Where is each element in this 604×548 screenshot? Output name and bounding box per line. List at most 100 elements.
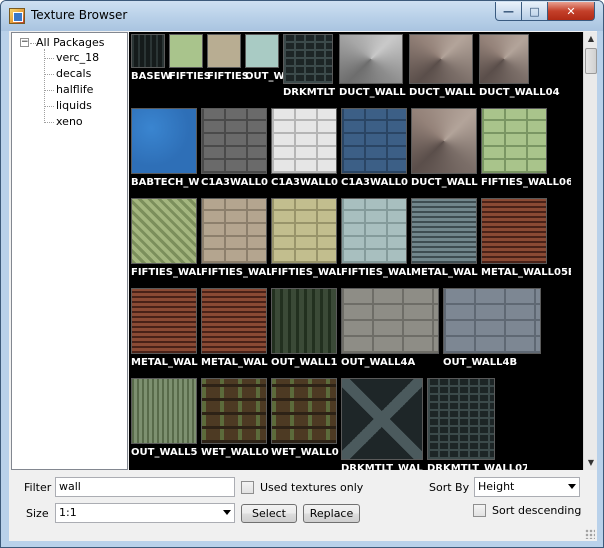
minimize-icon: — (503, 4, 514, 18)
texture-tile[interactable]: BABTECH_W (131, 108, 201, 190)
filter-input[interactable]: wall (55, 477, 235, 497)
tree-item[interactable]: liquids (56, 99, 92, 112)
texture-tile[interactable]: FIFTIES_WAL (271, 198, 341, 280)
sort-descending-label[interactable]: Sort descending (492, 504, 581, 517)
scroll-thumb[interactable] (585, 48, 597, 74)
close-button[interactable]: ✕ (547, 2, 595, 21)
texture-tile[interactable]: METAL_WAL (411, 198, 481, 280)
sort-by-value: Height (478, 480, 515, 493)
texture-tile[interactable]: DUCT_WALL (411, 108, 481, 190)
texture-thumbnail[interactable] (207, 34, 241, 68)
texture-thumbnail[interactable] (131, 378, 197, 444)
maximize-icon: □ (529, 4, 540, 18)
texture-name: METAL_WAL (201, 357, 268, 368)
texture-thumbnail[interactable] (283, 34, 333, 84)
texture-thumbnail[interactable] (271, 108, 337, 174)
texture-thumbnail[interactable] (201, 288, 267, 354)
texture-tile[interactable]: FIFTIES_WAL (341, 198, 411, 280)
texture-name: C1A3WALL0 (271, 177, 339, 188)
tree-connector (44, 58, 54, 59)
texture-thumbnail[interactable] (271, 378, 337, 444)
texture-tile[interactable]: FIFTIES_WAL (201, 198, 271, 280)
texture-tile[interactable]: METAL_WAL (131, 288, 201, 370)
scroll-down-icon[interactable]: ▼ (585, 456, 597, 470)
resize-grip-icon[interactable] (585, 529, 595, 539)
texture-thumbnail[interactable] (411, 198, 477, 264)
texture-thumbnail[interactable] (339, 34, 403, 84)
tree-item-all-packages[interactable]: All Packages (36, 36, 104, 49)
texture-thumbnail[interactable] (341, 288, 439, 354)
texture-thumbnail[interactable] (245, 34, 279, 68)
sort-by-label: Sort By (429, 481, 470, 494)
used-textures-checkbox[interactable] (241, 481, 254, 494)
texture-tile[interactable]: WET_WALL0 (271, 378, 341, 460)
texture-thumbnail[interactable] (341, 108, 407, 174)
texture-thumbnail[interactable] (481, 108, 547, 174)
texture-tile[interactable]: OUT_WALL1 (271, 288, 341, 370)
select-button[interactable]: Select (241, 504, 297, 523)
texture-thumbnail[interactable] (131, 198, 197, 264)
vertical-scrollbar[interactable]: ▲ ▼ (583, 32, 597, 470)
sort-descending-checkbox[interactable] (473, 504, 486, 517)
texture-thumbnail[interactable] (131, 34, 165, 68)
tree-item[interactable]: verc_18 (56, 51, 99, 64)
scroll-up-icon[interactable]: ▲ (585, 32, 597, 46)
texture-thumbnail[interactable] (443, 288, 541, 354)
texture-name: C1A3WALL0 (201, 177, 269, 188)
tree-item[interactable]: halflife (56, 83, 93, 96)
texture-thumbnail[interactable] (481, 198, 547, 264)
texture-tile[interactable]: C1A3WALL0 (201, 108, 271, 190)
texture-tile[interactable]: OUT_WALL4A (341, 288, 441, 370)
tree-connector (44, 74, 54, 75)
texture-tile[interactable]: FIFTIES_WAL (131, 198, 201, 280)
texture-thumbnail[interactable] (131, 108, 197, 174)
texture-thumbnail[interactable] (411, 108, 477, 174)
texture-tile[interactable]: OUT_WALL5 (131, 378, 201, 460)
texture-thumbnail[interactable] (479, 34, 529, 84)
texture-thumbnail[interactable] (201, 378, 267, 444)
texture-tile[interactable]: WET_WALL0 (201, 378, 271, 460)
maximize-button[interactable]: □ (521, 2, 548, 21)
tree-item[interactable]: xeno (56, 115, 83, 128)
texture-tile[interactable]: FIFTIES_WALL06 (481, 108, 571, 190)
texture-thumbnail[interactable] (271, 288, 337, 354)
texture-tile[interactable]: C1A3WALL0 (341, 108, 411, 190)
texture-tile[interactable]: METAL_WALL05B (481, 198, 571, 280)
texture-thumbnail[interactable] (427, 378, 495, 460)
texture-name: METAL_WAL (411, 267, 478, 278)
texture-tile[interactable]: DUCT_WALL (409, 34, 479, 100)
minimize-button[interactable]: — (495, 2, 522, 21)
texture-thumbnail[interactable] (201, 198, 267, 264)
title-bar[interactable]: Texture Browser — □ ✕ (1, 1, 603, 31)
texture-name: FIFTIES_WAL (201, 267, 271, 278)
texture-name: WET_WALL0 (201, 447, 269, 458)
tree-item[interactable]: decals (56, 67, 91, 80)
texture-thumbnail[interactable] (201, 108, 267, 174)
texture-thumbnail[interactable] (341, 198, 407, 264)
texture-thumbnail[interactable] (341, 378, 423, 460)
texture-tile[interactable]: DRKMTLT_WALL07 (427, 378, 527, 470)
texture-grid[interactable]: BASEW FIFTIES FIFTIES OUT_W DRKMTLT DUCT_WALL… (129, 32, 583, 470)
texture-name: WET_WALL0 (271, 447, 339, 458)
texture-tile[interactable]: C1A3WALL0 (271, 108, 341, 190)
texture-thumbnail[interactable] (169, 34, 203, 68)
replace-button[interactable]: Replace (303, 504, 360, 523)
tree-connector (44, 49, 45, 123)
texture-thumbnail[interactable] (131, 288, 197, 354)
texture-name: OUT_WALL5 (131, 447, 198, 458)
texture-tile[interactable]: OUT_WALL4B (443, 288, 543, 370)
app-icon (9, 8, 25, 24)
used-textures-label[interactable]: Used textures only (260, 481, 363, 494)
texture-name: OUT_WALL4B (443, 357, 518, 368)
texture-tile[interactable]: DRKMTLT_WAL (341, 378, 425, 470)
collapse-icon[interactable]: − (20, 38, 29, 47)
package-tree[interactable]: − All Packages verc_18decals halflife liqu… (11, 32, 128, 470)
texture-tile[interactable]: METAL_WAL (201, 288, 271, 370)
texture-tile[interactable]: DUCT_WALL (339, 34, 409, 100)
texture-thumbnail[interactable] (409, 34, 473, 84)
texture-thumbnail[interactable] (271, 198, 337, 264)
size-select[interactable]: 1:1 (55, 503, 235, 523)
texture-name: OUT_WALL4A (341, 357, 416, 368)
sort-by-select[interactable]: Height (474, 477, 580, 497)
texture-tile[interactable]: DUCT_WALL04 (479, 34, 569, 100)
